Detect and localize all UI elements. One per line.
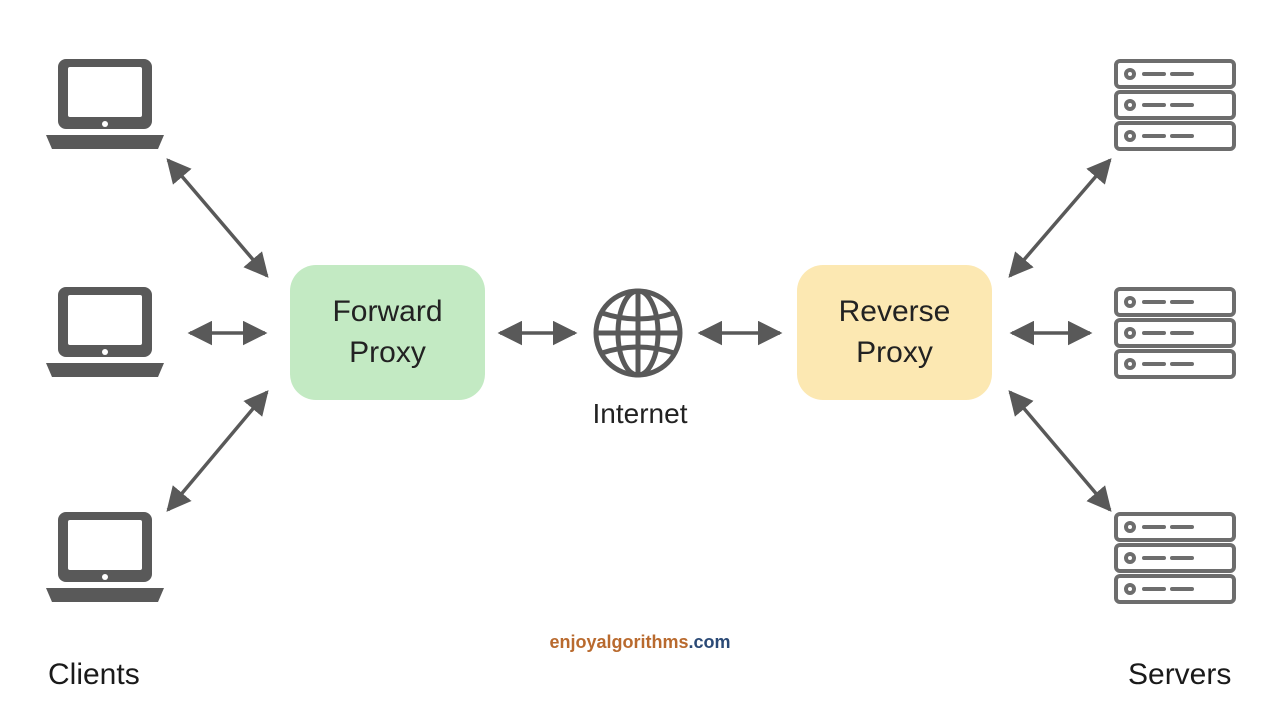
internet-label: Internet: [590, 398, 690, 430]
diagram-canvas: Forward Proxy Internet Reverse Proxy: [0, 0, 1280, 720]
globe-icon: [588, 283, 688, 383]
forward-proxy-label-line1: Forward: [332, 292, 442, 333]
internet-node: [588, 283, 688, 383]
laptop-icon: [40, 508, 170, 608]
reverse-proxy-node: Reverse Proxy: [797, 265, 992, 400]
laptop-icon: [40, 55, 170, 155]
client-laptop-3: [40, 508, 170, 608]
attribution-suffix: .com: [689, 632, 731, 652]
servers-group-label: Servers: [1128, 658, 1231, 692]
clients-group-label: Clients: [48, 658, 140, 692]
arrow-client1-fproxy: [168, 160, 267, 276]
forward-proxy-label-line2: Proxy: [349, 333, 426, 374]
client-laptop-2: [40, 283, 170, 383]
attribution-highlight: enjoyalgorithms: [549, 632, 688, 652]
arrow-rproxy-server3: [1010, 392, 1110, 510]
server-rack-1: [1110, 55, 1240, 155]
server-icon: [1110, 283, 1240, 383]
server-icon: [1110, 508, 1240, 608]
arrow-client3-fproxy: [168, 392, 267, 510]
reverse-proxy-label-line2: Proxy: [856, 333, 933, 374]
server-icon: [1110, 55, 1240, 155]
server-rack-2: [1110, 283, 1240, 383]
server-rack-3: [1110, 508, 1240, 608]
arrow-rproxy-server1: [1010, 160, 1110, 276]
forward-proxy-node: Forward Proxy: [290, 265, 485, 400]
client-laptop-1: [40, 55, 170, 155]
reverse-proxy-label-line1: Reverse: [839, 292, 951, 333]
laptop-icon: [40, 283, 170, 383]
attribution: enjoyalgorithms.com: [0, 632, 1280, 653]
